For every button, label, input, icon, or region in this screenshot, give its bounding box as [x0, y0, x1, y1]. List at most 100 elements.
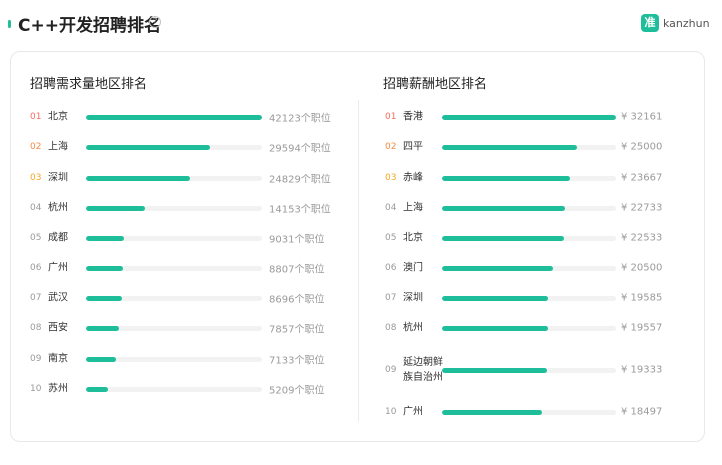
salary-rank-row[interactable]: 02 四平 ¥ 25000	[365, 132, 705, 162]
page-header: C++开发招聘排名 ? 准 kanzhun	[0, 0, 722, 46]
progress-bar	[442, 115, 616, 120]
salary-rank-row[interactable]: 08 杭州 ¥ 19557	[365, 313, 705, 343]
rank-value: ¥ 25000	[621, 141, 663, 153]
rank-value: 7133个职位	[269, 355, 325, 367]
demand-rank-row[interactable]: 02 上海 29594个职位	[11, 132, 358, 162]
salary-rank-row[interactable]: 09 延边朝鲜族自治州 ¥ 19333	[365, 348, 705, 392]
rank-value: 8696个职位	[269, 294, 325, 306]
rank-number: 07	[385, 293, 397, 303]
rank-value: 42123个职位	[269, 113, 331, 125]
city-name: 西安	[48, 322, 68, 334]
progress-track	[86, 387, 262, 392]
salary-rank-row[interactable]: 05 北京 ¥ 22533	[365, 223, 705, 253]
rank-value: 14153个职位	[269, 204, 331, 216]
progress-track	[442, 176, 616, 181]
progress-bar	[86, 357, 116, 362]
rank-value: ¥ 19557	[621, 322, 663, 334]
city-name: 深圳	[48, 172, 68, 184]
progress-track	[442, 206, 616, 211]
demand-rank-row[interactable]: 01 北京 42123个职位	[11, 102, 358, 132]
rank-number: 06	[30, 263, 42, 273]
title-accent-bar	[8, 20, 11, 28]
rank-value: ¥ 22733	[621, 202, 663, 214]
city-name: 广州	[48, 262, 68, 274]
rank-value: ¥ 18497	[621, 406, 663, 418]
rank-number: 05	[30, 233, 42, 243]
progress-bar	[442, 145, 578, 150]
rank-number: 09	[385, 365, 397, 375]
demand-rank-row[interactable]: 07 武汉 8696个职位	[11, 283, 358, 313]
demand-rank-row[interactable]: 04 杭州 14153个职位	[11, 193, 358, 223]
progress-bar	[442, 410, 543, 415]
rank-value: 9031个职位	[269, 234, 325, 246]
rank-number: 10	[385, 407, 397, 417]
progress-bar	[442, 266, 553, 271]
rank-value: 29594个职位	[269, 143, 331, 155]
progress-track	[86, 206, 262, 211]
city-name: 杭州	[48, 202, 68, 214]
rank-value: ¥ 22533	[621, 232, 663, 244]
question-circle-icon[interactable]: ?	[149, 16, 161, 28]
salary-rank-row[interactable]: 06 澳门 ¥ 20500	[365, 253, 705, 283]
rank-value: ¥ 23667	[621, 172, 663, 184]
salary-rank-row[interactable]: 07 深圳 ¥ 19585	[365, 283, 705, 313]
progress-bar	[442, 368, 547, 373]
progress-bar	[86, 296, 123, 301]
progress-track	[442, 326, 616, 331]
rank-number: 10	[30, 384, 42, 394]
panel-divider	[358, 100, 359, 422]
rank-value: 7857个职位	[269, 324, 325, 336]
salary-rank-row[interactable]: 10 广州 ¥ 18497	[365, 397, 705, 427]
progress-track	[442, 145, 616, 150]
city-name: 延边朝鲜族自治州	[403, 357, 443, 383]
rank-number: 05	[385, 233, 397, 243]
demand-rank-row[interactable]: 06 广州 8807个职位	[11, 253, 358, 283]
city-name: 上海	[48, 141, 68, 153]
progress-track	[86, 176, 262, 181]
city-name: 北京	[403, 232, 423, 244]
kanzhun-logo[interactable]: 准 kanzhun	[641, 13, 710, 33]
demand-rank-row[interactable]: 08 西安 7857个职位	[11, 313, 358, 343]
rank-value: 5209个职位	[269, 385, 325, 397]
demand-rank-row[interactable]: 09 南京 7133个职位	[11, 344, 358, 374]
city-name: 武汉	[48, 292, 68, 304]
progress-bar	[86, 266, 123, 271]
rank-number: 06	[385, 263, 397, 273]
kanzhun-logo-text: kanzhun	[663, 16, 710, 30]
rank-value: ¥ 19585	[621, 292, 663, 304]
city-name: 苏州	[48, 383, 68, 395]
rank-value: ¥ 32161	[621, 111, 663, 123]
city-name: 南京	[48, 353, 68, 365]
demand-rank-row[interactable]: 10 苏州 5209个职位	[11, 374, 358, 404]
city-name: 四平	[403, 141, 423, 153]
progress-track	[442, 266, 616, 271]
rank-number: 02	[30, 142, 42, 152]
progress-track	[86, 357, 262, 362]
progress-track	[86, 266, 262, 271]
salary-ranking-title: 招聘薪酬地区排名	[383, 77, 488, 92]
progress-track	[86, 236, 262, 241]
salary-rank-row[interactable]: 04 上海 ¥ 22733	[365, 193, 705, 223]
progress-track	[442, 115, 616, 120]
progress-bar	[442, 326, 548, 331]
city-name: 广州	[403, 406, 423, 418]
rank-number: 01	[30, 112, 42, 122]
city-name: 上海	[403, 202, 423, 214]
progress-bar	[86, 387, 108, 392]
progress-bar	[86, 145, 210, 150]
progress-bar	[442, 236, 564, 241]
salary-rank-row[interactable]: 03 赤峰 ¥ 23667	[365, 163, 705, 193]
rank-value: ¥ 19333	[621, 364, 663, 376]
rank-number: 02	[385, 142, 397, 152]
demand-rank-row[interactable]: 05 成都 9031个职位	[11, 223, 358, 253]
progress-bar	[442, 176, 571, 181]
rank-number: 08	[385, 323, 397, 333]
demand-rank-row[interactable]: 03 深圳 24829个职位	[11, 163, 358, 193]
progress-bar	[442, 206, 565, 211]
rank-number: 03	[385, 173, 397, 183]
rank-number: 04	[385, 203, 397, 213]
rank-number: 01	[385, 112, 397, 122]
salary-rank-row[interactable]: 01 香港 ¥ 32161	[365, 102, 705, 132]
rank-value: ¥ 20500	[621, 262, 663, 274]
progress-bar	[86, 176, 190, 181]
